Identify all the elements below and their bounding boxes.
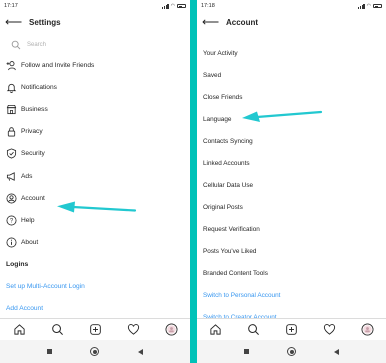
settings-item-label: Privacy — [21, 128, 43, 136]
new-post-icon[interactable] — [284, 323, 298, 337]
settings-item-label: Follow and Invite Friends — [21, 61, 95, 69]
settings-item-privacy[interactable]: Privacy — [0, 121, 190, 143]
page-title: Settings — [29, 17, 61, 27]
multi-account-login-link[interactable]: Set up Multi-Account Login — [0, 276, 190, 298]
bottom-tab-bar — [197, 318, 386, 340]
info-icon — [6, 237, 17, 248]
account-item-linked-accounts[interactable]: Linked Accounts — [197, 152, 386, 174]
switch-personal-link[interactable]: Switch to Personal Account — [197, 284, 386, 306]
account-item-contacts-syncing[interactable]: Contacts Syncing — [197, 130, 386, 152]
shield-icon — [6, 148, 17, 159]
home-icon[interactable] — [12, 323, 26, 337]
page-title: Account — [226, 17, 258, 27]
settings-item-business[interactable]: Business — [0, 98, 190, 120]
settings-item-about[interactable]: About — [0, 232, 190, 254]
profile-avatar-icon[interactable] — [360, 323, 374, 337]
settings-item-security[interactable]: Security — [0, 143, 190, 165]
account-item-request-verification[interactable]: Request Verification — [197, 218, 386, 240]
megaphone-icon — [6, 171, 17, 182]
settings-item-account[interactable]: Account — [0, 187, 190, 209]
search-icon — [11, 40, 21, 50]
battery-icon — [177, 3, 186, 9]
back-button-icon[interactable] — [137, 348, 143, 355]
help-icon: ? — [6, 215, 17, 226]
signal-icon — [358, 4, 365, 9]
wifi-icon: ◠ — [366, 3, 371, 9]
status-icons: ◠ — [162, 3, 186, 9]
search-bar[interactable]: Search — [5, 36, 185, 54]
account-screen: 17:18 ◠ ⟵ Account Your Activity Saved Cl… — [197, 0, 386, 363]
settings-item-label: Notifications — [21, 83, 57, 91]
account-item-original-posts[interactable]: Original Posts — [197, 196, 386, 218]
settings-item-label: Ads — [21, 172, 33, 180]
settings-item-label: Security — [21, 150, 45, 158]
status-bar: 17:17 ◠ — [0, 0, 190, 12]
status-time: 17:18 — [201, 3, 215, 9]
back-arrow-icon[interactable]: ⟵ — [5, 16, 22, 28]
search-tab-icon[interactable] — [50, 323, 64, 337]
svg-text:?: ? — [10, 219, 14, 225]
settings-item-label: Help — [21, 216, 35, 224]
back-arrow-icon[interactable]: ⟵ — [202, 16, 219, 28]
status-time: 17:17 — [4, 3, 18, 9]
bell-icon — [6, 82, 17, 93]
heart-icon[interactable] — [322, 323, 336, 337]
settings-screen: 17:17 ◠ ⟵ Settings Search Follow and Inv… — [0, 0, 190, 363]
bottom-tab-bar — [0, 318, 190, 340]
account-item-saved[interactable]: Saved — [197, 64, 386, 86]
back-button-icon[interactable] — [334, 348, 339, 355]
account-item-close-friends[interactable]: Close Friends — [197, 86, 386, 108]
add-account-link[interactable]: Add Account — [0, 298, 190, 320]
android-nav-bar — [0, 340, 190, 363]
home-button-icon[interactable] — [287, 347, 296, 356]
search-tab-icon[interactable] — [247, 323, 261, 337]
signal-icon — [162, 4, 169, 9]
logins-section-title: Logins — [6, 261, 29, 269]
account-icon — [6, 193, 17, 204]
status-icons: ◠ — [358, 3, 382, 9]
wifi-icon: ◠ — [170, 3, 175, 9]
account-header: ⟵ Account — [197, 12, 386, 32]
search-placeholder: Search — [27, 42, 47, 48]
settings-item-ads[interactable]: Ads — [0, 165, 190, 187]
profile-avatar-icon[interactable] — [164, 323, 178, 337]
account-item-posts-liked[interactable]: Posts You've Liked — [197, 240, 386, 262]
status-bar: 17:18 ◠ — [197, 0, 386, 12]
shop-icon — [6, 104, 17, 115]
account-item-cellular-data[interactable]: Cellular Data Use — [197, 174, 386, 196]
heart-icon[interactable] — [126, 323, 140, 337]
settings-item-follow[interactable]: Follow and Invite Friends — [0, 54, 190, 76]
settings-item-label: Account — [21, 194, 45, 202]
home-icon[interactable] — [209, 323, 223, 337]
recent-apps-icon[interactable] — [244, 349, 249, 354]
settings-item-label: About — [21, 239, 39, 247]
android-nav-bar — [197, 340, 386, 363]
settings-header: ⟵ Settings — [0, 12, 190, 32]
account-item-language[interactable]: Language — [197, 108, 386, 130]
account-item-your-activity[interactable]: Your Activity — [197, 42, 386, 64]
add-person-icon — [6, 60, 17, 71]
account-item-branded-content[interactable]: Branded Content Tools — [197, 262, 386, 284]
new-post-icon[interactable] — [88, 323, 102, 337]
lock-icon — [6, 126, 17, 137]
recent-apps-icon[interactable] — [47, 349, 53, 354]
battery-icon — [373, 3, 382, 9]
settings-item-help[interactable]: ? Help — [0, 209, 190, 231]
settings-item-label: Business — [21, 105, 48, 113]
settings-item-notifications[interactable]: Notifications — [0, 76, 190, 98]
home-button-icon[interactable] — [90, 347, 100, 356]
